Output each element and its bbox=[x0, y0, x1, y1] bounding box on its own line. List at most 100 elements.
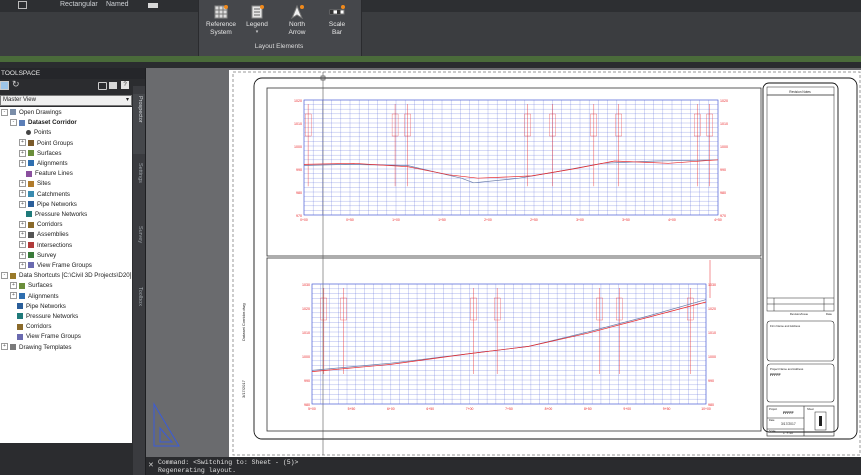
expand-icon[interactable]: + bbox=[10, 282, 17, 290]
tree-item[interactable]: View Frame Groups bbox=[10, 332, 81, 342]
tree-item-label: Pipe Networks bbox=[37, 200, 77, 208]
tree-item[interactable]: + Catchments bbox=[19, 190, 70, 200]
toolspace-toolbar: ↻ ? bbox=[0, 79, 134, 93]
tree-item[interactable]: + Sites bbox=[19, 179, 51, 189]
tree-item[interactable]: + Corridors bbox=[19, 220, 62, 230]
item-view-icon[interactable] bbox=[109, 82, 117, 89]
drawing-icon bbox=[19, 119, 25, 126]
expand-icon[interactable]: + bbox=[19, 251, 26, 259]
expand-icon[interactable]: + bbox=[19, 221, 26, 229]
ribbon-small-icon[interactable] bbox=[148, 3, 158, 8]
tb-date-label: Date bbox=[769, 418, 775, 422]
ribbon-tab-rectangular[interactable]: Rectangular bbox=[60, 1, 98, 11]
tab-survey-label: Survey bbox=[137, 226, 143, 244]
tree-item[interactable]: + Point Groups bbox=[19, 139, 73, 149]
tree-item[interactable]: + Intersections bbox=[19, 241, 72, 251]
featurelines-icon bbox=[26, 170, 32, 177]
expand-icon[interactable]: + bbox=[19, 231, 26, 239]
toggle-icon[interactable] bbox=[98, 82, 107, 90]
tree-item[interactable]: + Surfaces bbox=[19, 149, 61, 159]
refresh-icon[interactable]: ↻ bbox=[12, 79, 20, 90]
tree-item[interactable]: + Drawing Templates bbox=[1, 343, 72, 353]
panel-title: Layout Elements bbox=[254, 43, 304, 50]
close-icon[interactable]: ✕ bbox=[148, 461, 156, 470]
axis-tick-right: 980 bbox=[720, 191, 726, 195]
reference-system-icon bbox=[214, 5, 228, 19]
expand-icon[interactable]: + bbox=[1, 343, 8, 351]
expand-icon[interactable]: + bbox=[19, 180, 26, 188]
ribbon-top-strip bbox=[0, 0, 861, 12]
pointgroups-icon bbox=[28, 139, 34, 146]
tab-settings[interactable]: Settings bbox=[133, 163, 145, 203]
axis-tick-right: 1010 bbox=[708, 331, 716, 335]
prospector-icon[interactable] bbox=[0, 81, 9, 90]
tree-item[interactable]: + Assemblies bbox=[19, 230, 69, 240]
collapse-icon[interactable]: - bbox=[10, 119, 17, 127]
collapse-icon[interactable]: - bbox=[1, 272, 8, 280]
tree-item[interactable]: Corridors bbox=[10, 322, 51, 332]
view-select[interactable]: Master View ▾ bbox=[0, 95, 132, 106]
expand-icon[interactable]: + bbox=[19, 190, 26, 198]
tree-item[interactable]: + Surfaces bbox=[10, 281, 52, 291]
alignments-icon bbox=[28, 160, 34, 167]
tb-date-col: Date bbox=[826, 312, 832, 316]
reference-system-button[interactable]: Reference System bbox=[200, 5, 242, 36]
north-arrow-icon bbox=[290, 4, 304, 20]
points-icon bbox=[26, 130, 31, 136]
station-label: 1+50 bbox=[438, 218, 446, 222]
axis-tick-right: 1020 bbox=[720, 99, 728, 103]
tree-item[interactable]: - Data Shortcuts [C:\Civil 3D Projects\D2… bbox=[1, 271, 131, 281]
axis-tick-right: 990 bbox=[708, 379, 714, 383]
expand-icon[interactable]: + bbox=[19, 241, 26, 249]
tree-item[interactable]: - Open Drawings bbox=[1, 108, 62, 118]
north-arrow-button[interactable]: North Arrow bbox=[282, 4, 312, 36]
tree-item[interactable]: Feature Lines bbox=[19, 169, 73, 179]
tab-survey[interactable]: Survey bbox=[133, 226, 145, 266]
toolspace-header[interactable]: TOOLSPACE bbox=[0, 68, 145, 79]
ribbon-tab-rectangular-icon[interactable] bbox=[18, 1, 27, 11]
viewport-top[interactable] bbox=[266, 87, 762, 257]
tree-item[interactable]: + Alignments bbox=[19, 159, 68, 169]
legend-label: Legend bbox=[246, 21, 268, 28]
tree-item-label: View Frame Groups bbox=[26, 333, 81, 341]
tree-item[interactable]: Points bbox=[19, 128, 51, 138]
expand-icon[interactable]: + bbox=[19, 149, 26, 157]
tab-prospector[interactable]: Prospector bbox=[133, 96, 145, 146]
expand-icon[interactable]: + bbox=[19, 261, 26, 269]
tab-toolbox[interactable]: Toolbox bbox=[133, 287, 145, 327]
pipes-icon bbox=[28, 201, 34, 208]
axis-tick-left: 990 bbox=[304, 379, 310, 383]
tree-item-label: Corridors bbox=[26, 323, 52, 331]
expand-icon[interactable]: + bbox=[19, 139, 26, 147]
existing-ground-line bbox=[311, 299, 707, 371]
tree-item[interactable]: + Alignments bbox=[10, 292, 59, 302]
tb-project-code: FFFFF bbox=[770, 373, 782, 377]
tree-item[interactable]: + Survey bbox=[19, 251, 56, 261]
tab-prospector-label: Prospector bbox=[137, 96, 143, 123]
help-icon[interactable]: ? bbox=[121, 81, 129, 89]
tree-item[interactable]: Pressure Networks bbox=[10, 312, 78, 322]
expand-icon[interactable]: + bbox=[19, 159, 26, 167]
tree-item-label: Sites bbox=[37, 180, 51, 188]
station-label: 7+50 bbox=[505, 407, 513, 411]
tree-item[interactable]: Pressure Networks bbox=[19, 210, 87, 220]
scale-bar-button[interactable]: Scale Bar bbox=[322, 5, 352, 36]
axis-tick-left: 1000 bbox=[302, 355, 310, 359]
tree-item[interactable]: - Dataset Corridor bbox=[10, 118, 77, 128]
ribbon-tab-named[interactable]: Named bbox=[106, 1, 129, 11]
tree-item[interactable]: + Pipe Networks bbox=[19, 200, 77, 210]
tree-item[interactable]: + View Frame Groups bbox=[19, 261, 92, 271]
tree-item-label: Corridors bbox=[37, 221, 63, 229]
legend-button[interactable]: Legend ▾ bbox=[243, 5, 271, 36]
side-title: Dataset Corridor.dwg bbox=[241, 303, 246, 341]
title-block: Revision Notes Revision/Issue Date Firm … bbox=[762, 82, 839, 437]
expand-icon[interactable]: + bbox=[10, 292, 17, 300]
station-label: 5+50 bbox=[348, 407, 356, 411]
tree-item[interactable]: Pipe Networks bbox=[10, 302, 66, 312]
collapse-icon[interactable]: - bbox=[1, 108, 8, 116]
expand-icon[interactable]: + bbox=[19, 200, 26, 208]
station-label: 3+00 bbox=[576, 218, 584, 222]
chevron-down-icon[interactable]: ▾ bbox=[243, 29, 271, 37]
